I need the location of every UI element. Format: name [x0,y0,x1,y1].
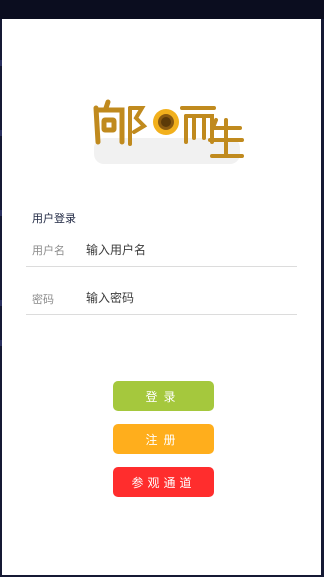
username-label: 用户名 [32,244,65,257]
logo-artwork [93,99,244,164]
password-input[interactable] [86,286,286,310]
username-row: 用户名 [26,236,297,267]
password-row: 密码 [26,284,297,315]
login-section-title: 用户登录 [32,212,76,225]
register-button[interactable]: 注册 [113,424,214,454]
username-input[interactable] [86,238,286,262]
login-button[interactable]: 登录 [113,381,214,411]
password-label: 密码 [32,293,54,306]
status-bar [0,0,324,19]
app-logo [86,98,246,168]
guest-access-button[interactable]: 参观通道 [113,467,214,497]
sunflower-icon [153,109,179,135]
